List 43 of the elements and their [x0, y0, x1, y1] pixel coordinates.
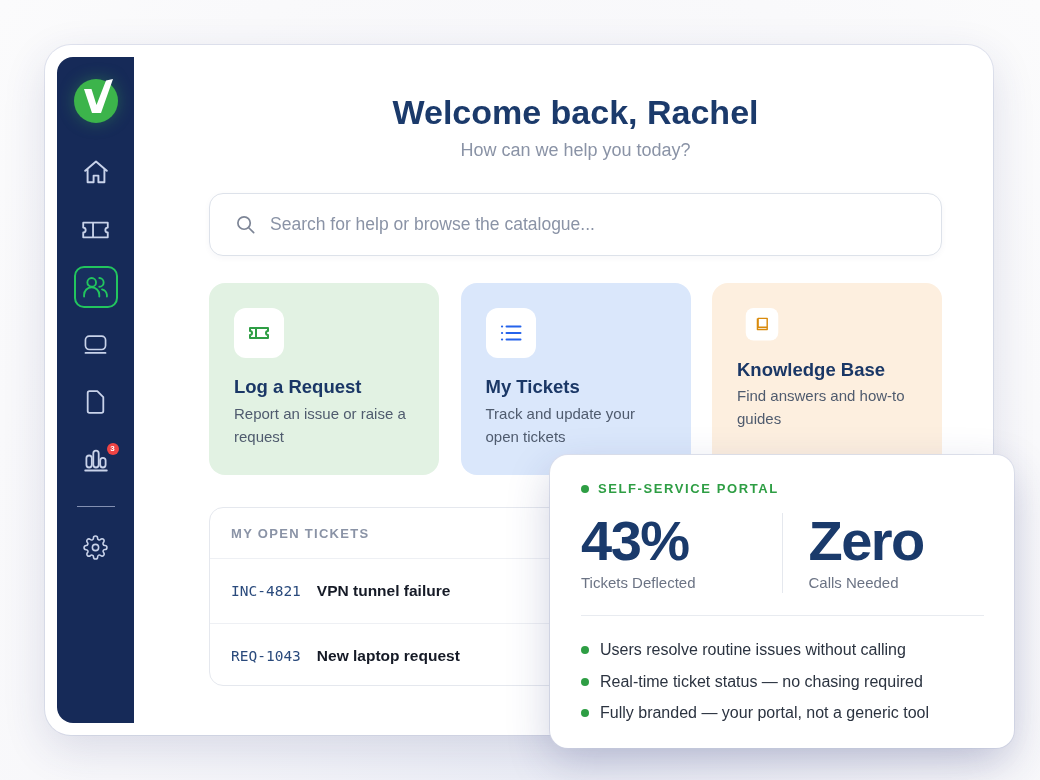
search-field[interactable]: Search for help or browse the catalogue... [209, 193, 942, 256]
search-icon [236, 215, 255, 234]
stat-value: Zero [808, 513, 924, 569]
notification-badge: 3 [106, 442, 119, 455]
stat-value: 43% [581, 513, 689, 569]
bullet-dot-icon [581, 646, 589, 654]
welcome-title: Welcome back, Rachel [391, 92, 760, 132]
dot-icon [581, 485, 589, 493]
panel-heading: MY OPEN TICKETS [231, 525, 370, 541]
ticket-id: INC-4821 [231, 583, 301, 599]
list-icon [485, 308, 536, 358]
action-card[interactable]: Log a Request Report an issue or raise a request [209, 283, 439, 475]
ticket-icon [82, 220, 109, 239]
users-icon [83, 276, 108, 298]
check-logo-icon [71, 76, 120, 124]
nav-button[interactable] [73, 266, 118, 308]
document-icon [86, 390, 105, 414]
ticket-summary: New laptop request [316, 647, 460, 665]
card-description: Report an issue or raise a request [234, 403, 407, 447]
ticket-icon [234, 308, 284, 358]
stat-caption: Tickets Deflected [581, 573, 696, 593]
settings-icon [83, 535, 108, 560]
ticket-id: REQ-1043 [231, 648, 301, 664]
ticket-summary: VPN tunnel failure [316, 582, 451, 600]
bar-chart-icon [83, 447, 108, 472]
bullet-dot-icon [581, 709, 589, 717]
feature-point: Users resolve routine issues without calling [600, 640, 906, 660]
action-card[interactable]: Knowledge Base Find answers and how-to guides [712, 283, 942, 455]
welcome-subtitle: How can we help you today? [459, 139, 692, 161]
card-title: Log a Request [234, 376, 362, 398]
card-description: Track and update your open tickets [485, 403, 637, 447]
action-card[interactable]: My Tickets Track and update your open tickets [460, 283, 691, 475]
stat-caption: Calls Needed [808, 573, 899, 593]
nav-button[interactable]: 3 [73, 438, 118, 481]
laptop-icon [83, 335, 108, 354]
home-icon [83, 160, 108, 184]
card-title: My Tickets [485, 376, 580, 398]
bullet-dot-icon [581, 677, 589, 686]
feature-point: Fully branded — your portal, not a generic tool [600, 703, 930, 723]
card-description: Find answers and how-to guides [737, 386, 906, 429]
feature-point: Real-time ticket status — no chasing required [600, 671, 923, 692]
highlight-label: SELF-SERVICE PORTAL [598, 481, 779, 497]
card-title: Knowledge Base [737, 358, 886, 381]
